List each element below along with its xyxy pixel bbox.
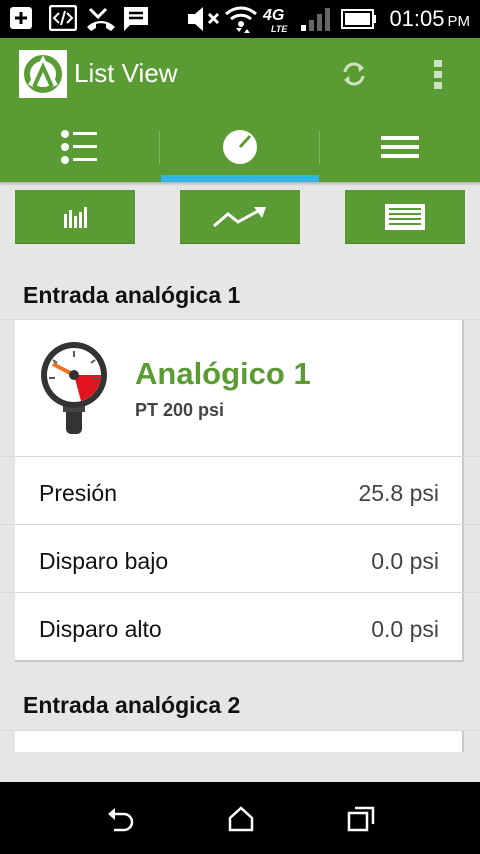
code-icon — [49, 5, 77, 31]
mute-icon — [188, 7, 220, 31]
add-box-icon — [10, 7, 32, 29]
device-card[interactable]: Analógico 1 PT 200 psi Presión 25.8 psi … — [15, 320, 464, 662]
table-icon — [385, 203, 425, 230]
row-value: 0.0 psi — [371, 616, 439, 642]
device-name: Analógico 1 — [135, 356, 311, 391]
gauge-icon — [223, 130, 257, 164]
divider — [0, 456, 480, 457]
device-subtitle: PT 200 psi — [135, 400, 225, 420]
list-icon — [61, 130, 97, 164]
divider — [0, 592, 480, 593]
status-time: 01:05 PM — [389, 6, 470, 32]
navigation-bar — [0, 782, 480, 854]
overflow-menu-icon[interactable] — [432, 58, 444, 92]
tab-gauge[interactable] — [160, 112, 320, 182]
bar-chart-icon — [64, 206, 87, 228]
row-label: Disparo bajo — [39, 548, 169, 574]
tab-bar — [0, 112, 480, 182]
message-icon — [124, 7, 148, 31]
app-logo[interactable] — [19, 50, 67, 98]
trend-line-icon — [213, 206, 266, 227]
app-bar: List View — [0, 38, 480, 112]
divider — [0, 524, 480, 525]
section-title: Entrada analógica 2 — [23, 692, 241, 718]
battery-icon — [341, 9, 376, 29]
tab-list[interactable] — [0, 112, 160, 182]
row-value: 25.8 psi — [358, 480, 439, 506]
row-label: Presión — [39, 480, 117, 506]
wifi-icon — [225, 6, 257, 33]
tab-menu[interactable] — [320, 112, 480, 182]
status-bar: 4G LTE 01:05 PM — [0, 0, 480, 38]
app-logo-icon — [24, 55, 62, 93]
time-ampm: PM — [447, 13, 471, 30]
trend-line-button[interactable] — [180, 190, 300, 244]
pressure-gauge-icon — [41, 342, 107, 434]
time-value: 01:05 — [389, 6, 445, 31]
signal-icon — [301, 8, 330, 31]
refresh-icon[interactable] — [340, 60, 368, 88]
home-icon[interactable] — [228, 806, 254, 832]
network-sub-label: LTE — [271, 24, 288, 34]
row-label: Disparo alto — [39, 616, 162, 642]
device-card[interactable] — [15, 731, 464, 752]
bar-chart-button[interactable] — [15, 190, 135, 244]
tab-selected-indicator — [161, 175, 319, 182]
recent-apps-icon[interactable] — [347, 806, 375, 832]
row-value: 0.0 psi — [371, 548, 439, 574]
table-button[interactable] — [345, 190, 465, 244]
back-icon[interactable] — [106, 806, 134, 832]
network-type-label: 4G — [263, 7, 285, 24]
missed-call-icon — [87, 7, 115, 31]
section-title: Entrada analógica 1 — [23, 282, 241, 308]
page-title: List View — [74, 58, 178, 88]
menu-lines-icon — [381, 136, 419, 158]
tab-shadow — [0, 182, 480, 186]
